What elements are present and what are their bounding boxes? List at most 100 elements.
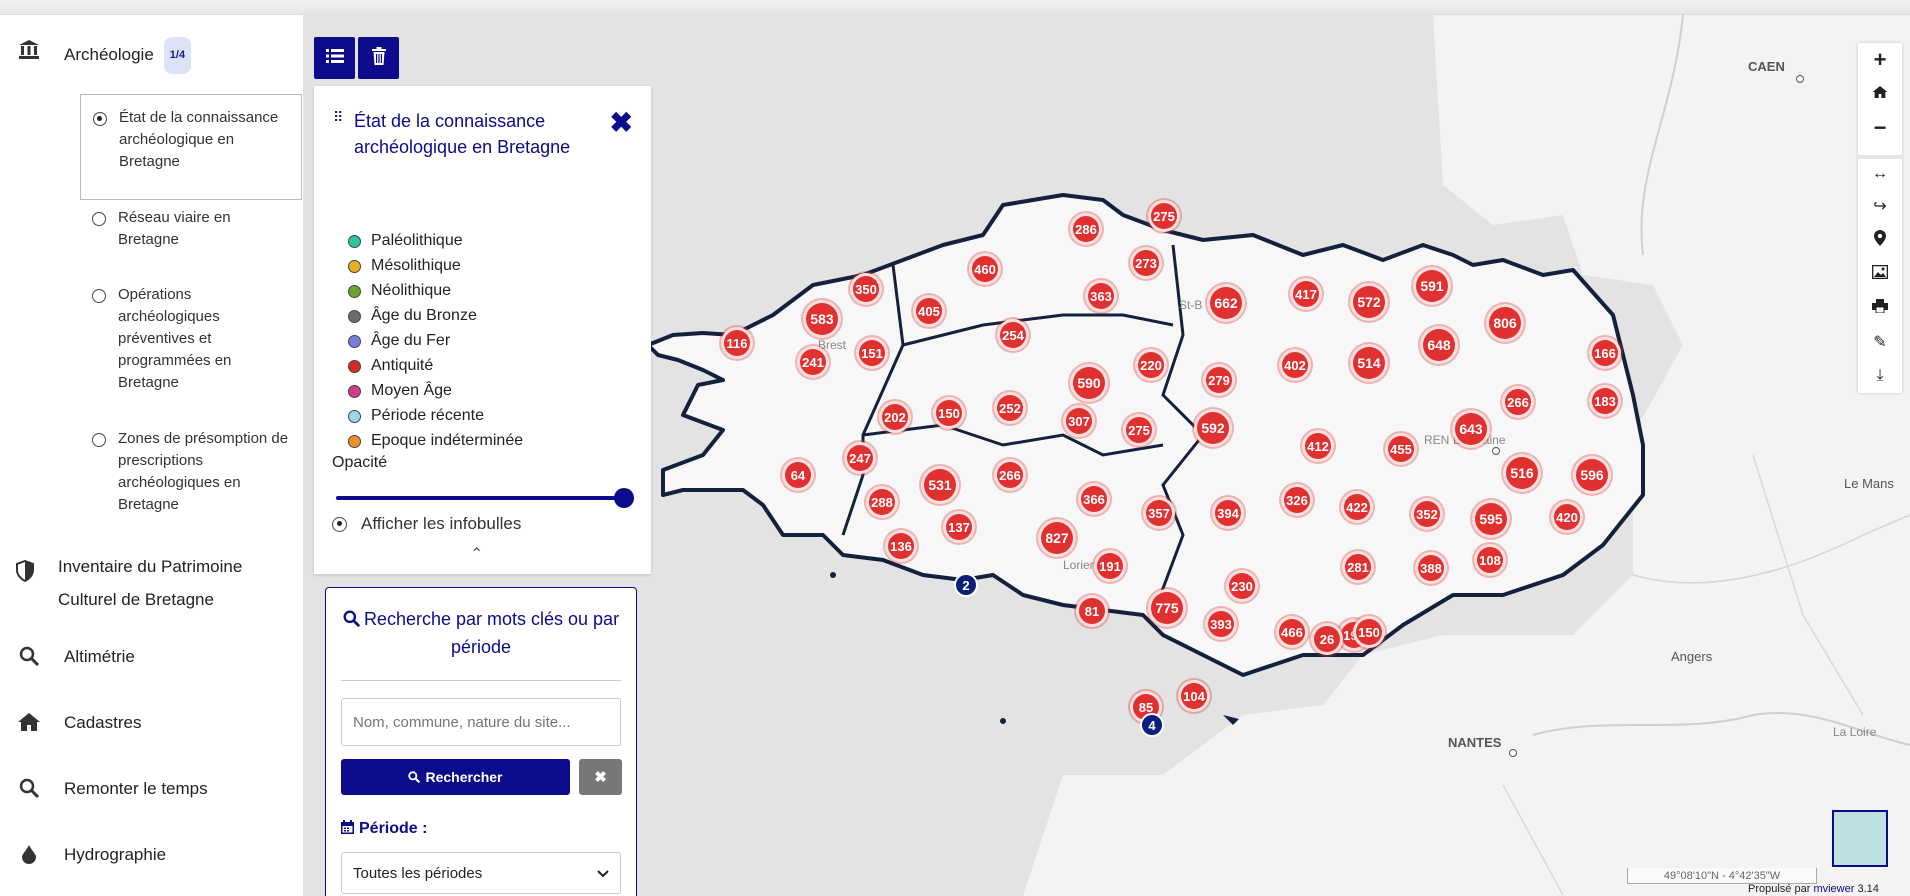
cluster-marker[interactable]: 116 <box>721 327 753 359</box>
cluster-marker[interactable]: 64 <box>782 459 814 491</box>
radio-button[interactable] <box>92 289 106 303</box>
drag-handle-icon[interactable]: ⠿ <box>333 110 343 124</box>
map-canvas[interactable]: ⠿ État de la connaissance archéologique … <box>303 15 1910 896</box>
cluster-marker[interactable]: 466 <box>1276 616 1308 648</box>
cluster-marker[interactable]: 275 <box>1148 200 1180 232</box>
cluster-marker[interactable]: 273 <box>1130 247 1162 279</box>
cluster-marker[interactable]: 166 <box>1589 337 1621 369</box>
share-button[interactable]: ↪ <box>1858 189 1902 223</box>
radio-selected[interactable] <box>332 516 347 532</box>
cluster-marker[interactable]: 202 <box>879 401 911 433</box>
cluster-marker[interactable]: 592 <box>1194 409 1232 447</box>
cluster-marker[interactable]: 108 <box>1474 544 1506 576</box>
chevron-up-icon[interactable]: ⌃ <box>470 544 483 564</box>
cluster-marker[interactable]: 531 <box>921 466 959 504</box>
cluster-marker-small[interactable]: 2 <box>954 573 978 597</box>
cluster-marker[interactable]: 583 <box>803 300 841 338</box>
search-button[interactable]: Rechercher <box>341 759 570 795</box>
zoom-in-button[interactable]: + <box>1858 43 1902 77</box>
cluster-marker[interactable]: 350 <box>850 273 882 305</box>
cluster-marker[interactable]: 595 <box>1472 500 1510 538</box>
cluster-marker[interactable]: 596 <box>1573 456 1611 494</box>
cluster-marker[interactable]: 137 <box>943 511 975 543</box>
cluster-marker[interactable]: 806 <box>1486 304 1524 342</box>
delete-layers-button[interactable] <box>358 37 399 79</box>
cluster-marker[interactable]: 393 <box>1205 608 1237 640</box>
cluster-marker[interactable]: 266 <box>994 459 1026 491</box>
overview-minimap[interactable] <box>1832 810 1888 867</box>
close-icon[interactable]: ✖ <box>610 109 633 137</box>
cluster-marker[interactable]: 275 <box>1123 414 1155 446</box>
cluster-marker[interactable]: 388 <box>1415 552 1447 584</box>
cluster-marker[interactable]: 266 <box>1502 386 1534 418</box>
period-select[interactable]: Toutes les périodes <box>341 852 621 894</box>
cluster-marker[interactable]: 104 <box>1178 680 1210 712</box>
cluster-marker[interactable]: 648 <box>1420 326 1458 364</box>
cluster-marker[interactable]: 326 <box>1281 484 1313 516</box>
cluster-marker[interactable]: 394 <box>1212 497 1244 529</box>
cluster-marker[interactable]: 775 <box>1148 589 1186 627</box>
cluster-marker[interactable]: 286 <box>1070 213 1102 245</box>
tooltips-toggle[interactable]: Afficher les infobulles <box>332 514 521 534</box>
cluster-marker[interactable]: 357 <box>1143 497 1175 529</box>
cluster-marker[interactable]: 590 <box>1070 364 1108 402</box>
cluster-marker[interactable]: 279 <box>1203 364 1235 396</box>
cluster-marker[interactable]: 455 <box>1385 433 1417 465</box>
cluster-marker[interactable]: 363 <box>1085 280 1117 312</box>
cluster-marker[interactable]: 288 <box>866 486 898 518</box>
mviewer-link[interactable]: mviewer <box>1813 883 1854 895</box>
layer-list-button[interactable] <box>314 37 355 79</box>
tools-button[interactable]: ✎ <box>1858 325 1902 359</box>
export-button[interactable]: ⤓ <box>1858 359 1902 393</box>
cluster-marker[interactable]: 136 <box>885 530 917 562</box>
zoom-out-button[interactable]: − <box>1858 111 1902 145</box>
geolocate-button[interactable] <box>1858 223 1902 257</box>
measure-button[interactable]: ↔ <box>1858 155 1902 189</box>
cluster-marker[interactable]: 572 <box>1350 283 1388 321</box>
cluster-marker[interactable]: 514 <box>1350 344 1388 382</box>
cluster-marker[interactable]: 281 <box>1342 551 1374 583</box>
cluster-marker[interactable]: 252 <box>994 392 1026 424</box>
cluster-marker[interactable]: 643 <box>1452 410 1490 448</box>
cluster-marker[interactable]: 420 <box>1551 501 1583 533</box>
cluster-marker[interactable]: 422 <box>1341 491 1373 523</box>
clear-search-button[interactable]: ✖ <box>579 759 622 795</box>
cluster-marker[interactable]: 183 <box>1589 385 1621 417</box>
cluster-marker-small[interactable]: 4 <box>1140 713 1164 737</box>
radio-button[interactable] <box>92 433 106 447</box>
layer-item-reseau-viaire[interactable]: Réseau viaire en Bretagne <box>80 207 302 251</box>
cluster-marker[interactable]: 254 <box>997 319 1029 351</box>
print-button[interactable] <box>1858 291 1902 325</box>
radio-button[interactable] <box>92 212 106 226</box>
cluster-marker[interactable]: 81 <box>1076 595 1108 627</box>
cluster-marker[interactable]: 460 <box>969 253 1001 285</box>
cluster-marker[interactable]: 405 <box>913 295 945 327</box>
cluster-marker[interactable]: 151 <box>856 337 888 369</box>
cluster-marker[interactable]: 827 <box>1038 519 1076 557</box>
cluster-marker[interactable]: 352 <box>1411 498 1443 530</box>
home-button[interactable] <box>1858 77 1902 111</box>
cluster-marker[interactable]: 402 <box>1279 349 1311 381</box>
cluster-marker[interactable]: 516 <box>1503 454 1541 492</box>
cluster-marker[interactable]: 412 <box>1302 430 1334 462</box>
cluster-marker[interactable]: 307 <box>1063 405 1095 437</box>
basemap-button[interactable] <box>1858 257 1902 291</box>
cluster-marker[interactable]: 662 <box>1207 284 1245 322</box>
cluster-marker[interactable]: 417 <box>1290 278 1322 310</box>
cluster-marker[interactable]: 150 <box>1353 616 1385 648</box>
cluster-marker[interactable]: 220 <box>1135 349 1167 381</box>
layer-item-operations[interactable]: Opérations archéologiques préventives et… <box>80 284 302 394</box>
cluster-marker[interactable]: 150 <box>933 397 965 429</box>
cluster-marker[interactable]: 26 <box>1311 623 1343 655</box>
cluster-marker[interactable]: 241 <box>797 346 829 378</box>
radio-selected[interactable] <box>93 112 107 126</box>
cluster-marker[interactable]: 230 <box>1226 570 1258 602</box>
opacity-slider[interactable] <box>336 488 634 508</box>
layer-item-connaissance[interactable]: État de la connaissance archéologique en… <box>80 94 302 200</box>
slider-knob[interactable] <box>614 488 634 508</box>
cluster-marker[interactable]: 591 <box>1413 267 1451 305</box>
search-input[interactable] <box>341 698 621 746</box>
layer-item-zones[interactable]: Zones de présomption de prescriptions ar… <box>80 428 302 516</box>
cluster-marker[interactable]: 247 <box>844 442 876 474</box>
cluster-marker[interactable]: 366 <box>1078 483 1110 515</box>
